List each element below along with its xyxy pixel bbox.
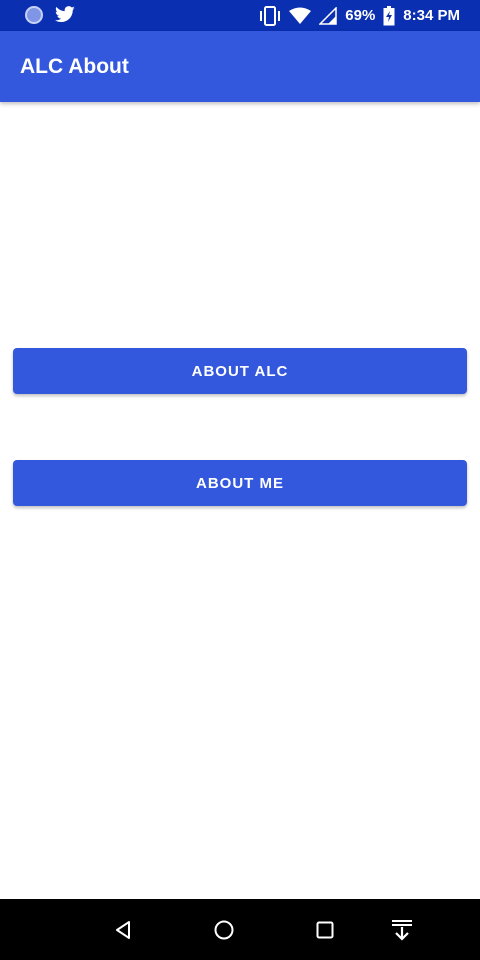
back-icon[interactable] bbox=[106, 913, 140, 947]
navigation-bar bbox=[0, 899, 480, 960]
screen: 69% 8:34 PM ALC About ABOUT ALC ABOUT ME bbox=[0, 0, 480, 960]
wifi-icon bbox=[289, 7, 312, 25]
vibrate-icon bbox=[259, 5, 281, 26]
app-bar: ALC About bbox=[0, 31, 480, 102]
about-me-button[interactable]: ABOUT ME bbox=[13, 460, 467, 506]
about-alc-button[interactable]: ABOUT ALC bbox=[13, 348, 467, 394]
recents-icon[interactable] bbox=[308, 913, 342, 947]
battery-charging-icon bbox=[383, 5, 395, 26]
signal-icon bbox=[319, 6, 338, 25]
status-left-icons bbox=[24, 5, 76, 30]
page-title: ALC About bbox=[20, 55, 129, 78]
status-bar: 69% 8:34 PM bbox=[0, 0, 480, 31]
twitter-icon bbox=[54, 6, 76, 29]
notification-pull-icon[interactable] bbox=[385, 913, 419, 947]
status-right-icons: 69% 8:34 PM bbox=[259, 0, 460, 31]
home-icon[interactable] bbox=[207, 913, 241, 947]
battery-percent: 69% bbox=[345, 7, 376, 24]
status-time: 8:34 PM bbox=[403, 7, 460, 24]
circle-notification-icon bbox=[24, 5, 44, 30]
